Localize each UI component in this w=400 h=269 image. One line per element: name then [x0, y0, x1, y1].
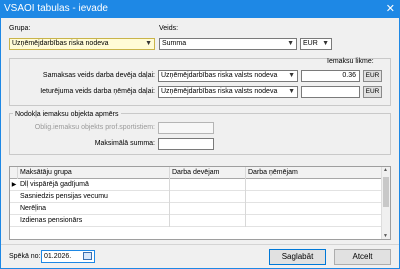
grupa-cell[interactable]: Izdienas pensionārs	[18, 215, 170, 227]
speka-no-value: 01.2026.	[44, 253, 72, 260]
chevron-down-icon: ▼	[145, 40, 152, 47]
devejam-cell[interactable]	[170, 215, 246, 227]
cancel-button[interactable]: Atcelt	[334, 249, 391, 265]
row-header-corner	[10, 167, 18, 179]
table-header: Maksātāju grupa Darba devējam Darba ņēmē…	[10, 167, 382, 179]
nemejam-cell[interactable]	[246, 215, 382, 227]
rates-group	[9, 58, 391, 106]
samaksas-select[interactable]: Uzņēmējdarbības riska valsts nodeva ▼	[158, 70, 298, 82]
iemaksu-likme-label: Iemaksu likme:	[327, 58, 374, 65]
footer-divider	[1, 244, 399, 245]
chevron-down-icon: ▼	[288, 88, 295, 95]
scroll-up-icon[interactable]: ▲	[383, 167, 388, 173]
oblig-label: Oblig.iemaksu objekts prof.sportistiem:	[34, 124, 155, 131]
table-scrollbar[interactable]: ▲ ▼	[381, 167, 390, 239]
scroll-down-icon[interactable]: ▼	[383, 233, 388, 239]
ieturejuma-label: Ieturējuma veids darba ņēmēja daļai:	[40, 88, 155, 95]
nemejam-cell[interactable]	[246, 191, 382, 203]
close-icon[interactable]: ✕	[386, 2, 395, 15]
maksimala-input[interactable]	[158, 138, 214, 150]
calendar-icon[interactable]	[83, 252, 92, 260]
oblig-input[interactable]	[158, 122, 214, 134]
ieturejuma-rate-input[interactable]	[301, 86, 360, 98]
chevron-down-icon: ▼	[288, 72, 295, 79]
veids-select[interactable]: Summa ▼	[159, 38, 297, 50]
samaksas-rate-input[interactable]: 0.36	[301, 70, 360, 82]
window-title: VSAOI tabulas - ievade	[4, 3, 108, 14]
grupa-cell[interactable]: Sasniedzis pensijas vecumu	[18, 191, 170, 203]
chevron-down-icon: ▼	[322, 40, 329, 47]
samaksas-label: Samaksas veids darba devēja daļai:	[42, 72, 155, 79]
table-row[interactable]: ▶ Dlļ vispārējā gadījumā	[10, 179, 382, 191]
save-button[interactable]: Saglabāt	[269, 249, 326, 265]
ieturejuma-select[interactable]: Uzņēmējdarbības riska valsts nodeva ▼	[158, 86, 298, 98]
row-pointer-icon: ▶	[11, 182, 17, 188]
currency-select[interactable]: EUR ▼	[300, 38, 332, 50]
table-row[interactable]: Nerēļina	[10, 203, 382, 215]
devejam-cell[interactable]	[170, 203, 246, 215]
table-row[interactable]: Izdienas pensionārs	[10, 215, 382, 227]
devejam-cell[interactable]	[170, 179, 246, 191]
table-row[interactable]: Sasniedzis pensijas vecumu	[10, 191, 382, 203]
column-header-devejam[interactable]: Darba devējam	[170, 167, 246, 179]
nemejam-cell[interactable]	[246, 179, 382, 191]
ieturejuma-currency-button[interactable]: EUR	[363, 86, 382, 98]
chevron-down-icon: ▼	[287, 40, 294, 47]
row-pointer-icon	[10, 191, 18, 203]
column-header-grupa[interactable]: Maksātāju grupa	[18, 167, 170, 179]
nodokla-group-title: Nodokļa iemaksu objekta apmērs	[13, 111, 121, 118]
row-pointer-icon	[10, 215, 18, 227]
grupa-select[interactable]: Uzņēmējdarbības riska nodeva ▼	[9, 38, 155, 50]
ieturejuma-select-value: Uzņēmējdarbības riska valsts nodeva	[161, 88, 278, 95]
maksataju-table: Maksātāju grupa Darba devējam Darba ņēmē…	[9, 166, 391, 240]
grupa-label: Grupa:	[9, 25, 31, 32]
samaksas-select-value: Uzņēmējdarbības riska valsts nodeva	[161, 72, 278, 79]
grupa-select-value: Uzņēmējdarbības riska nodeva	[12, 40, 109, 47]
nemejam-cell[interactable]	[246, 203, 382, 215]
veids-select-value: Summa	[162, 40, 187, 47]
currency-select-value: EUR	[303, 40, 318, 47]
dialog-body: Grupa: Uzņēmējdarbības riska nodeva ▼ Ve…	[0, 18, 400, 269]
row-pointer-icon	[10, 203, 18, 215]
devejam-cell[interactable]	[170, 191, 246, 203]
scroll-thumb[interactable]	[383, 177, 389, 207]
speka-no-label: Spēkā no:	[9, 253, 41, 260]
veids-label: Veids:	[159, 25, 179, 32]
samaksas-currency-button[interactable]: EUR	[363, 70, 382, 82]
grupa-cell[interactable]: Dlļ vispārējā gadījumā	[18, 179, 170, 191]
speka-no-date-input[interactable]: 01.2026.	[41, 250, 95, 263]
column-header-nemejam[interactable]: Darba ņēmējam	[246, 167, 382, 179]
window-titlebar: VSAOI tabulas - ievade ✕	[0, 0, 400, 18]
grupa-cell[interactable]: Nerēļina	[18, 203, 170, 215]
maksimala-label: Maksimālā summa:	[94, 140, 155, 147]
